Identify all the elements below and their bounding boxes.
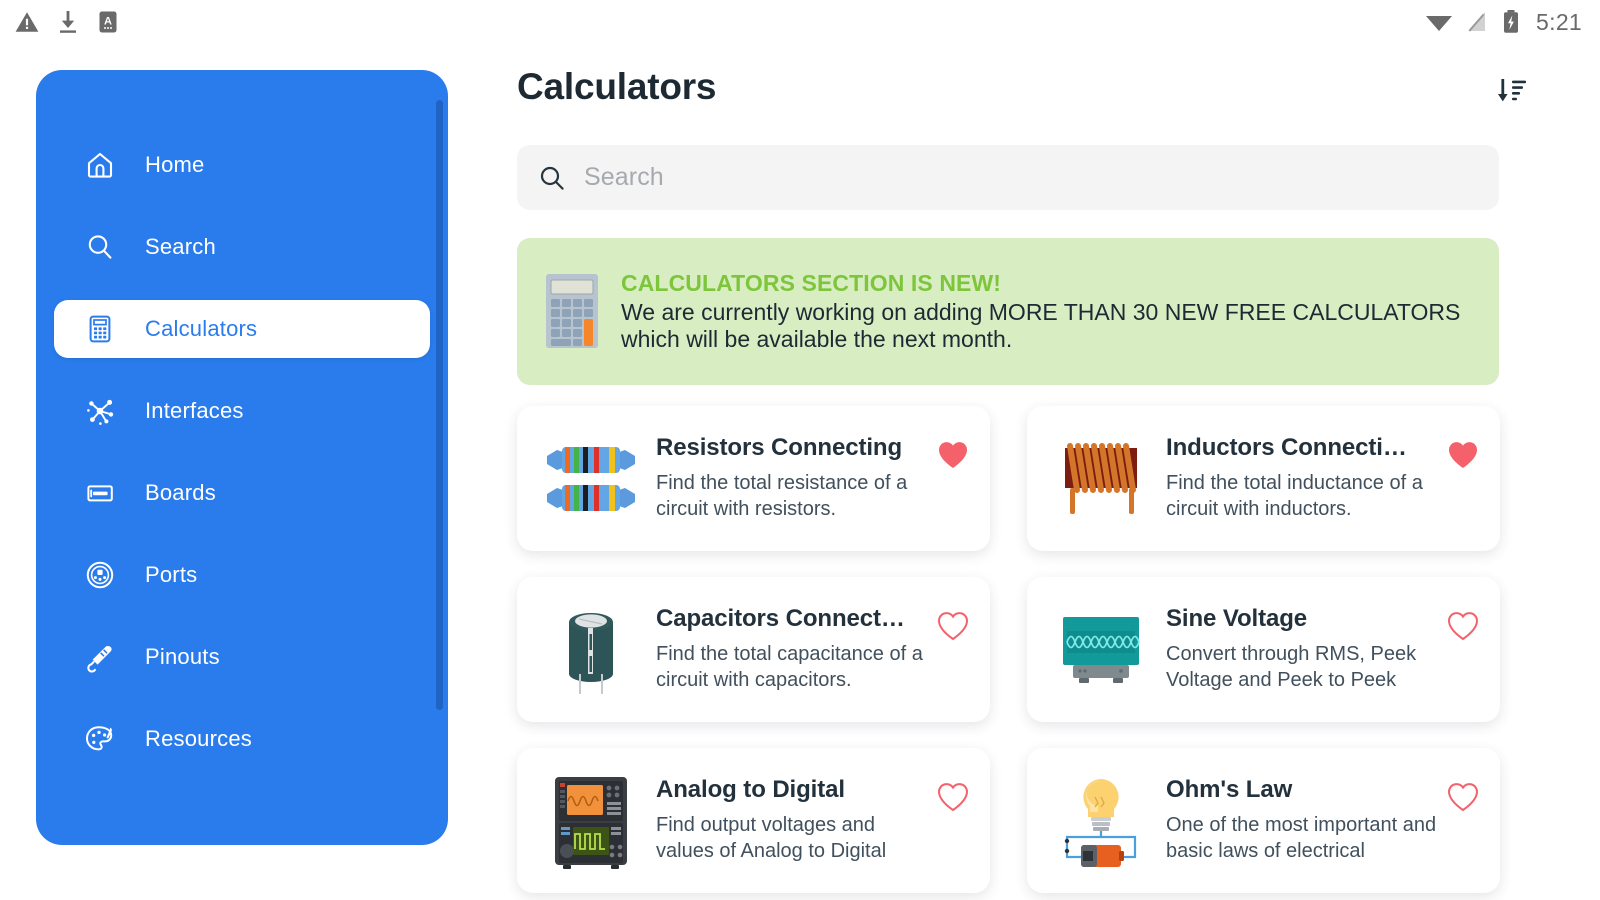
board-icon (87, 485, 113, 502)
card-description: Find the total resistance of a circuit w… (656, 472, 908, 520)
warning-triangle-icon (15, 12, 39, 32)
sidebar-item-interfaces[interactable]: Interfaces (54, 382, 430, 440)
signal-off-icon (1468, 12, 1486, 32)
favorite-heart-icon[interactable] (937, 782, 969, 812)
search-input[interactable]: Search (584, 163, 664, 192)
card-description: Find output voltages and values of Analo… (656, 814, 887, 862)
status-bar-left-icons: A (0, 9, 120, 35)
sidebar-nav-list: Home Search Calculators Interfaces Board… (36, 70, 448, 768)
card-title: Ohm's Law (1166, 776, 1293, 803)
calculator-icon (546, 273, 598, 348)
card-description: Convert through RMS, Peek Voltage and Pe… (1166, 643, 1417, 691)
favorite-heart-icon[interactable] (1447, 782, 1479, 812)
adc-instrument-icon (555, 776, 627, 869)
sidebar-item-pinouts[interactable]: Pinouts (54, 628, 430, 686)
card-icon-wrapper (1049, 769, 1153, 873)
resistor-icon (547, 446, 635, 511)
sidebar-item-search[interactable]: Search (54, 218, 430, 276)
bulb-battery-circuit-icon (1064, 778, 1137, 867)
calculator-card-sine-voltage[interactable]: Sine Voltage Convert through RMS, Peek V… (1027, 577, 1500, 722)
banner-text-block: CALCULATORS SECTION IS NEW! We are curre… (621, 270, 1475, 353)
banner-body: We are currently working on adding MORE … (621, 299, 1461, 352)
favorite-heart-icon[interactable] (937, 440, 969, 470)
banner-heading: CALCULATORS SECTION IS NEW! (621, 270, 1002, 297)
wifi-icon (1426, 16, 1453, 31)
status-bar-right-icons: 5:21 (1424, 9, 1600, 36)
page-title: Calculators (517, 66, 717, 107)
calculator-card-analog-to-digital[interactable]: Analog to Digital Find output voltages a… (517, 748, 990, 893)
sidebar-scrollbar[interactable] (436, 100, 443, 710)
battery-charging-icon (1504, 10, 1519, 33)
sidebar-item-label: Home (145, 152, 205, 177)
download-icon (60, 11, 76, 33)
sidebar-item-resources[interactable]: Resources (54, 710, 430, 768)
search-bar[interactable]: Search (517, 145, 1499, 210)
sidebar-item-ports[interactable]: Ports (54, 546, 430, 604)
calculator-card-resistors-connecting[interactable]: Resistors Connecting Find the total resi… (517, 406, 990, 551)
main-content: Calculators Search CALCULATORS SECTION I… (448, 44, 1600, 900)
sidebar-item-home[interactable]: Home (54, 136, 430, 194)
sidebar-item-calculators[interactable]: Calculators (54, 300, 430, 358)
card-icon-wrapper (539, 427, 643, 531)
sidebar: Home Search Calculators Interfaces Board… (36, 70, 448, 845)
card-title: Sine Voltage (1166, 605, 1308, 632)
port-icon (86, 561, 114, 589)
status-bar-clock: 5:21 (1536, 8, 1582, 35)
sidebar-item-label: Calculators (145, 316, 258, 341)
card-description: Find the total capacitance of a circuit … (656, 643, 923, 691)
favorite-heart-icon[interactable] (1447, 440, 1479, 470)
card-icon-wrapper (1049, 427, 1153, 531)
sort-descending-icon (1498, 79, 1526, 102)
search-icon (88, 235, 112, 259)
sidebar-item-label: Boards (145, 480, 216, 505)
card-icon-wrapper (539, 769, 643, 873)
new-section-banner: CALCULATORS SECTION IS NEW! We are curre… (517, 238, 1499, 385)
favorite-heart-icon[interactable] (1447, 611, 1479, 641)
svg-text:A: A (104, 16, 112, 28)
card-description: Find the total inductance of a circuit w… (1166, 472, 1423, 520)
app-root: Home Search Calculators Interfaces Board… (0, 44, 1600, 900)
search-icon (540, 166, 564, 190)
app-a-icon: A (99, 11, 117, 33)
calculator-card-grid: Resistors Connecting Find the total resi… (517, 406, 1515, 893)
card-title: Resistors Connecting (656, 434, 903, 462)
calculator-icon (89, 315, 111, 343)
card-title: Inductors Connecti… (1166, 434, 1407, 462)
favorite-heart-icon[interactable] (937, 611, 969, 641)
status-bar: A 5:21 (0, 0, 1600, 44)
card-icon-wrapper (539, 598, 643, 702)
capacitor-icon (569, 612, 613, 694)
sidebar-item-label: Search (145, 234, 216, 259)
card-icon-wrapper (1049, 598, 1153, 702)
card-title: Analog to Digital (656, 776, 845, 803)
oscilloscope-sine-icon (1063, 616, 1140, 683)
sidebar-item-label: Interfaces (145, 398, 244, 423)
card-description: One of the most important and basic laws… (1166, 814, 1437, 862)
calculator-card-inductors-connecting[interactable]: Inductors Connecti… Find the total induc… (1027, 406, 1500, 551)
calculator-card-ohms-law[interactable]: Ohm's Law One of the most important and … (1027, 748, 1500, 893)
card-title: Capacitors Connect… (656, 605, 905, 633)
palette-icon (85, 726, 113, 751)
calculator-card-capacitors-connecting[interactable]: Capacitors Connect… Find the total capac… (517, 577, 990, 722)
sidebar-item-label: Ports (145, 562, 198, 587)
jack-plug-icon (87, 645, 112, 673)
inductor-coil-icon (1065, 442, 1137, 514)
home-icon (87, 152, 113, 178)
sidebar-item-boards[interactable]: Boards (54, 464, 430, 522)
nodes-icon (87, 399, 114, 425)
sidebar-item-label: Pinouts (145, 644, 220, 669)
sidebar-item-label: Resources (145, 726, 252, 751)
sort-button[interactable] (1492, 71, 1532, 111)
